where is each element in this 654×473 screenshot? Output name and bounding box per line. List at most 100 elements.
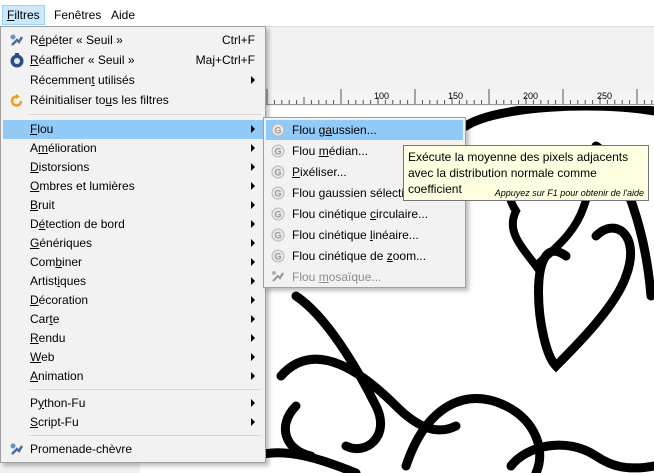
menu-separator xyxy=(29,389,261,390)
menu-item-web[interactable]: Web xyxy=(3,348,263,367)
ruler-label-150: 150 xyxy=(448,91,463,101)
submenu-item-circular-motion[interactable]: G Flou cinétique circulaire... xyxy=(266,204,463,224)
menu-item-label: Amélioration xyxy=(30,141,97,155)
svg-text:G: G xyxy=(275,252,282,262)
menu-item-label: Réinitialiser tous les filtres xyxy=(30,93,169,107)
menu-item-reshow-filter[interactable]: Réafficher « Seuil » Maj+Ctrl+F xyxy=(3,51,263,70)
menubar: Filtres Fenêtres Aide xyxy=(0,0,654,27)
menu-separator xyxy=(29,435,261,436)
svg-text:G: G xyxy=(275,231,282,241)
gegl-icon: G xyxy=(271,249,285,263)
menu-item-label: Récemment utilisés xyxy=(30,73,135,87)
submenu-item-gaussian-blur[interactable]: G Flou gaussien... xyxy=(266,120,463,140)
submenu-arrow-icon xyxy=(251,220,255,228)
menu-item-label: Carte xyxy=(30,312,60,326)
menu-item-light-shadow[interactable]: Ombres et lumières xyxy=(3,177,263,196)
menu-item-label: Décoration xyxy=(30,293,89,307)
reset-filters-icon xyxy=(9,93,25,109)
goat-icon xyxy=(9,442,25,458)
menu-item-label: Promenade-chèvre xyxy=(30,442,133,456)
menu-item-artistic[interactable]: Artistiques xyxy=(3,272,263,291)
submenu-arrow-icon xyxy=(251,258,255,266)
submenu-item-linear-motion[interactable]: G Flou cinétique linéaire... xyxy=(266,225,463,245)
repeat-filter-icon xyxy=(9,33,25,49)
menu-item-label: Script-Fu xyxy=(30,415,79,429)
menu-item-label: Génériques xyxy=(30,236,93,250)
menu-item-blur[interactable]: Flou xyxy=(3,120,263,139)
ruler-label-200: 200 xyxy=(523,91,538,101)
submenu-arrow-icon xyxy=(251,296,255,304)
gegl-icon: G xyxy=(271,186,285,200)
reshow-filter-icon xyxy=(9,53,25,69)
menu-separator xyxy=(29,114,261,115)
gegl-icon: G xyxy=(271,165,285,179)
menu-item-label: Rendu xyxy=(30,331,66,345)
menu-fenetres-label: Fenêtres xyxy=(54,8,102,22)
menu-item-label: Artistiques xyxy=(30,274,87,288)
svg-text:G: G xyxy=(275,147,282,157)
menu-item-animation[interactable]: Animation xyxy=(3,367,263,386)
menu-fenetres[interactable]: Fenêtres xyxy=(50,5,105,25)
svg-text:G: G xyxy=(275,189,282,199)
gegl-icon: G xyxy=(271,144,285,158)
menu-item-label: Réafficher « Seuil » xyxy=(30,53,135,67)
tooltip: Exécute la moyenne des pixels adjacents … xyxy=(403,145,649,201)
submenu-arrow-icon xyxy=(251,163,255,171)
menu-item-recently-used[interactable]: Récemment utilisés xyxy=(3,71,263,90)
menu-aide-label: Aide xyxy=(111,8,136,22)
menu-item-python-fu[interactable]: Python-Fu xyxy=(3,394,263,413)
submenu-arrow-icon xyxy=(251,315,255,323)
menu-item-edge-detect[interactable]: Détection de bord xyxy=(3,215,263,234)
menu-item-label: Web xyxy=(30,350,55,364)
submenu-item-tileable-blur: Flou mosaïque... xyxy=(266,267,463,287)
submenu-arrow-icon xyxy=(251,372,255,380)
ruler-ticks: 100 150 200 250 300 xyxy=(266,89,653,104)
menu-item-label: Python-Fu xyxy=(30,396,86,410)
gegl-icon: G xyxy=(271,228,285,242)
menu-item-label: Flou xyxy=(30,122,54,136)
menu-item-label: Animation xyxy=(30,369,84,383)
menu-item-repeat-filter[interactable]: Répéter « Seuil » Ctrl+F xyxy=(3,31,263,50)
menu-aide[interactable]: Aide xyxy=(107,5,139,25)
submenu-item-label: Flou cinétique circulaire... xyxy=(292,207,429,221)
menu-item-goat-exercise[interactable]: Promenade-chèvre xyxy=(3,440,263,459)
menu-item-combine[interactable]: Combiner xyxy=(3,253,263,272)
menu-item-render[interactable]: Rendu xyxy=(3,329,263,348)
submenu-item-zoom-motion[interactable]: G Flou cinétique de zoom... xyxy=(266,246,463,266)
menu-item-label: Combiner xyxy=(30,255,83,269)
menu-item-shortcut: Maj+Ctrl+F xyxy=(195,53,255,67)
submenu-arrow-icon xyxy=(251,182,255,190)
menu-item-reset-filters[interactable]: Réinitialiser tous les filtres xyxy=(3,91,263,110)
menu-item-noise[interactable]: Bruit xyxy=(3,196,263,215)
submenu-item-label: Flou mosaïque... xyxy=(292,270,382,284)
menu-item-enhance[interactable]: Amélioration xyxy=(3,139,263,158)
svg-text:G: G xyxy=(275,210,282,220)
menu-filtres[interactable]: Filtres xyxy=(2,5,45,25)
ruler-label-250: 250 xyxy=(597,91,612,101)
tooltip-help: Appuyez sur F1 pour obtenir de l'aide xyxy=(494,188,644,198)
tileable-blur-icon xyxy=(271,270,285,284)
ruler-label-100: 100 xyxy=(374,91,389,101)
submenu-arrow-icon xyxy=(251,277,255,285)
submenu-item-label: Flou médian... xyxy=(292,144,369,158)
menu-item-label: Répéter « Seuil » xyxy=(30,33,123,47)
horizontal-ruler[interactable]: 100 150 200 250 300 xyxy=(266,89,654,105)
submenu-arrow-icon xyxy=(251,201,255,209)
submenu-item-label: Flou gaussien... xyxy=(292,123,377,137)
submenu-arrow-icon xyxy=(251,76,255,84)
svg-text:G: G xyxy=(275,168,282,178)
menu-filtres-label: Filtres xyxy=(7,8,40,22)
menu-item-distorts[interactable]: Distorsions xyxy=(3,158,263,177)
submenu-item-label: Pixéliser... xyxy=(292,165,347,179)
menu-item-map[interactable]: Carte xyxy=(3,310,263,329)
submenu-arrow-icon xyxy=(251,399,255,407)
gegl-icon: G xyxy=(271,123,285,137)
menu-item-label: Ombres et lumières xyxy=(30,179,135,193)
submenu-arrow-icon xyxy=(251,418,255,426)
menu-item-script-fu[interactable]: Script-Fu xyxy=(3,413,263,432)
blur-submenu: G Flou gaussien... G Flou médian... G Pi… xyxy=(263,117,466,288)
menu-item-decor[interactable]: Décoration xyxy=(3,291,263,310)
submenu-item-label: Flou cinétique linéaire... xyxy=(292,228,419,242)
menu-item-generic[interactable]: Génériques xyxy=(3,234,263,253)
submenu-arrow-icon xyxy=(251,125,255,133)
